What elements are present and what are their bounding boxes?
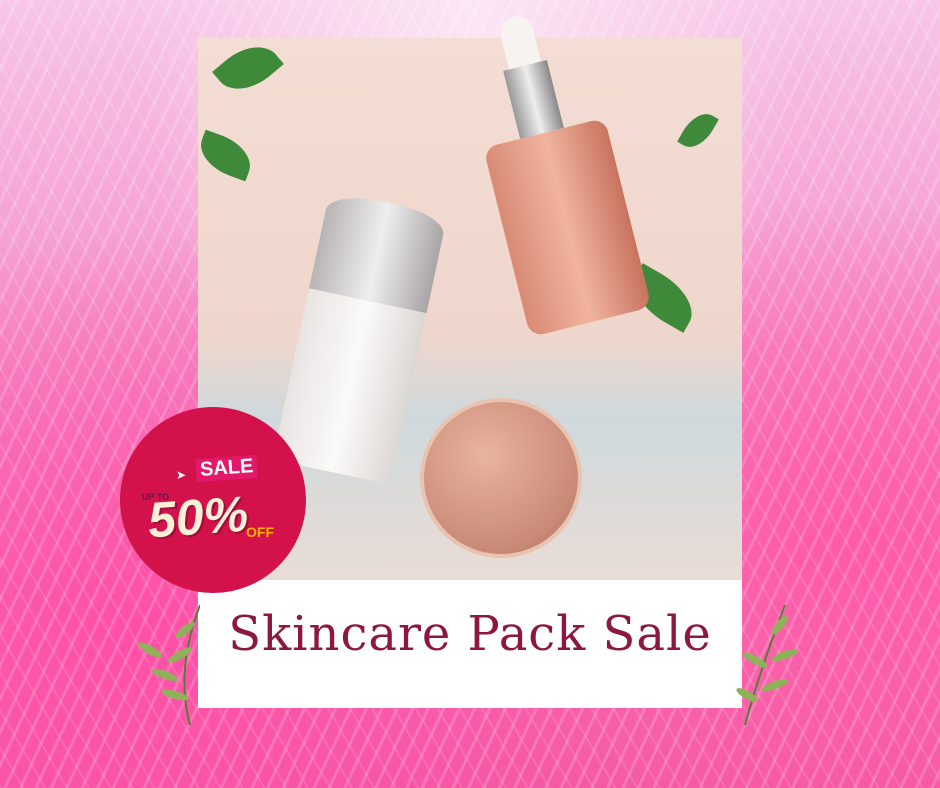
page-title: Skincare Pack Sale	[228, 606, 712, 662]
cream-jar	[420, 398, 582, 558]
sale-label: SALE	[195, 454, 259, 483]
sprig-left-icon	[137, 604, 200, 726]
discount-percent: 50%	[146, 485, 250, 549]
off-label: OFF	[246, 524, 274, 540]
leaf	[198, 129, 258, 182]
arrow-icon: ➤	[176, 468, 187, 482]
sprig-right-icon	[736, 604, 799, 726]
leaf	[677, 106, 719, 155]
leaf	[212, 38, 284, 103]
